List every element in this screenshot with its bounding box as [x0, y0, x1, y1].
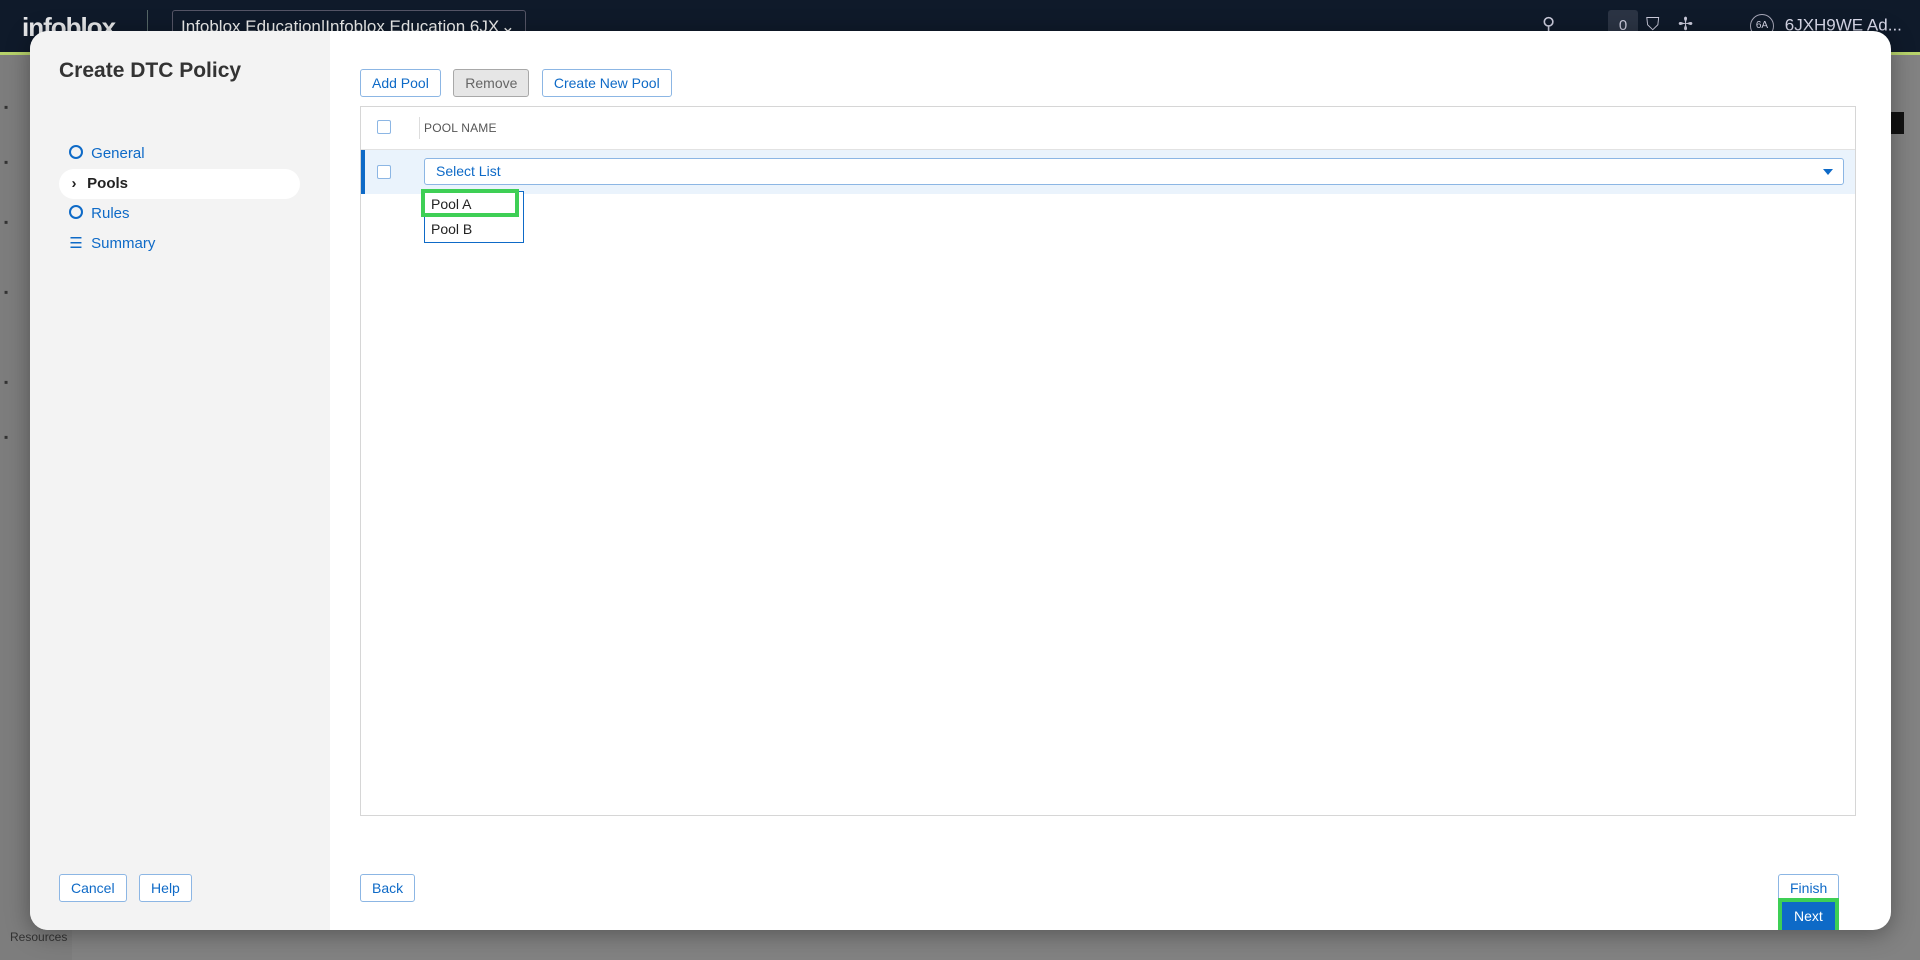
column-divider [419, 117, 420, 139]
circle-icon [69, 199, 83, 229]
modal-title: Create DTC Policy [59, 59, 242, 82]
resources-link[interactable]: Resources [10, 930, 67, 944]
dropdown-option-pool-b[interactable]: Pool B [425, 217, 523, 242]
chevron-right-icon: › [71, 175, 77, 192]
step-pools[interactable]: › Pools [59, 169, 300, 199]
nav-analytics-icon[interactable]: ▪ [4, 285, 8, 299]
next-button[interactable]: Next [1782, 902, 1835, 930]
column-header-pool-name: POOL NAME [424, 121, 497, 135]
step-rules[interactable]: Rules [59, 199, 300, 229]
pool-dropdown-menu: Pool A Pool B [421, 189, 524, 243]
help-button[interactable]: Help [139, 874, 192, 902]
nav-dashboard-icon[interactable]: ▪ [4, 100, 8, 114]
wizard-steps: General › Pools Rules ☰ Summary [59, 139, 300, 259]
option-label: Pool B [431, 221, 473, 237]
row-checkbox[interactable] [377, 165, 391, 179]
back-button[interactable]: Back [360, 874, 416, 902]
pool-select-placeholder: Select List [436, 163, 501, 179]
list-icon: ☰ [69, 235, 83, 252]
footer-left: Back [360, 874, 416, 902]
cancel-button[interactable]: Cancel [59, 874, 127, 902]
create-dtc-policy-modal: Create DTC Policy General › Pools Rules … [30, 31, 1891, 930]
nav-network-icon[interactable]: ▪ [4, 155, 8, 169]
pool-toolbar: Add Pool Remove Create New Pool [360, 69, 680, 97]
nav-integrations-icon[interactable]: ▪ [4, 375, 8, 389]
highlight-box [421, 189, 519, 217]
footer-right: Finish Next [1770, 874, 1891, 930]
step-label: Pools [87, 175, 129, 192]
caret-down-icon [1823, 169, 1833, 175]
add-pool-button[interactable]: Add Pool [360, 69, 441, 97]
dropdown-option-pool-a[interactable]: Pool A [421, 189, 523, 217]
step-label: Rules [91, 205, 130, 222]
grid-header: POOL NAME [361, 107, 1855, 150]
remove-button[interactable]: Remove [453, 69, 530, 97]
pool-select[interactable]: Select List [424, 158, 1844, 185]
table-row: Select List [361, 150, 1855, 194]
create-new-pool-button[interactable]: Create New Pool [541, 69, 672, 97]
circle-icon [69, 139, 83, 169]
select-all-checkbox[interactable] [377, 120, 391, 134]
nav-services-icon[interactable]: ▪ [4, 215, 8, 229]
next-highlight: Next [1778, 898, 1839, 930]
pools-grid: POOL NAME Select List Pool A Pool B [360, 106, 1856, 816]
step-label: Summary [91, 235, 156, 252]
step-label: General [91, 145, 145, 162]
nav-system-icon[interactable]: ▪ [4, 430, 8, 444]
step-summary[interactable]: ☰ Summary [59, 229, 300, 259]
wizard-content: Add Pool Remove Create New Pool POOL NAM… [330, 31, 1891, 930]
wizard-sidebar: Create DTC Policy General › Pools Rules … [30, 31, 330, 930]
sidebar-footer: Cancel Help [59, 874, 192, 902]
step-general[interactable]: General [59, 139, 300, 169]
